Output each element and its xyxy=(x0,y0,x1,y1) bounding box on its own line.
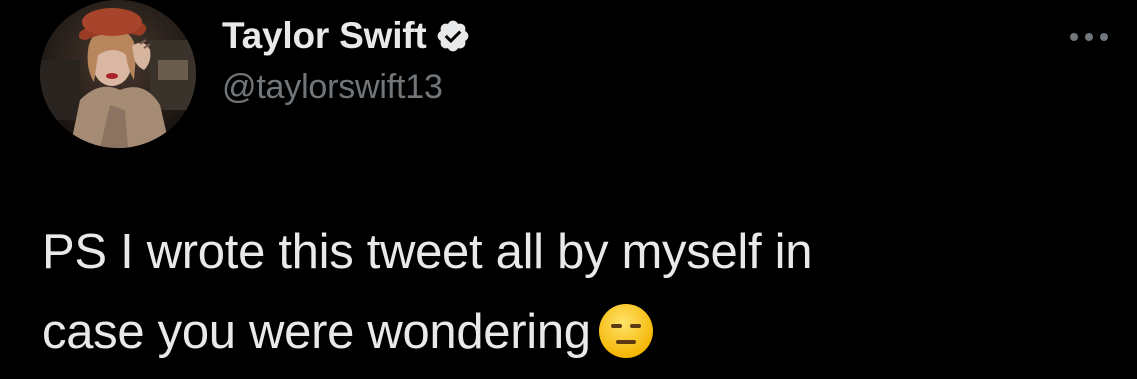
author-handle[interactable]: @taylorswift13 xyxy=(222,68,443,107)
verified-badge-icon xyxy=(435,18,471,54)
tweet-text-line-1: PS I wrote this tweet all by myself in xyxy=(42,225,813,279)
tweet-card: Taylor Swift @taylorswift13 PS I wrote t… xyxy=(0,0,1137,379)
tweet-text-line-2-content: case you were wondering xyxy=(42,305,591,359)
author-avatar[interactable] xyxy=(40,0,196,148)
avatar-photo-icon xyxy=(40,0,196,148)
more-options-icon xyxy=(1070,33,1108,41)
more-options-button[interactable] xyxy=(1064,22,1114,52)
tweet-text: PS I wrote this tweet all by myself in c… xyxy=(42,212,1102,372)
author-name-row: Taylor Swift xyxy=(222,12,471,60)
tweet-text-line-2: case you were wondering xyxy=(42,292,1102,372)
author-display-name[interactable]: Taylor Swift xyxy=(222,15,427,57)
expressionless-face-emoji-icon xyxy=(597,302,655,360)
